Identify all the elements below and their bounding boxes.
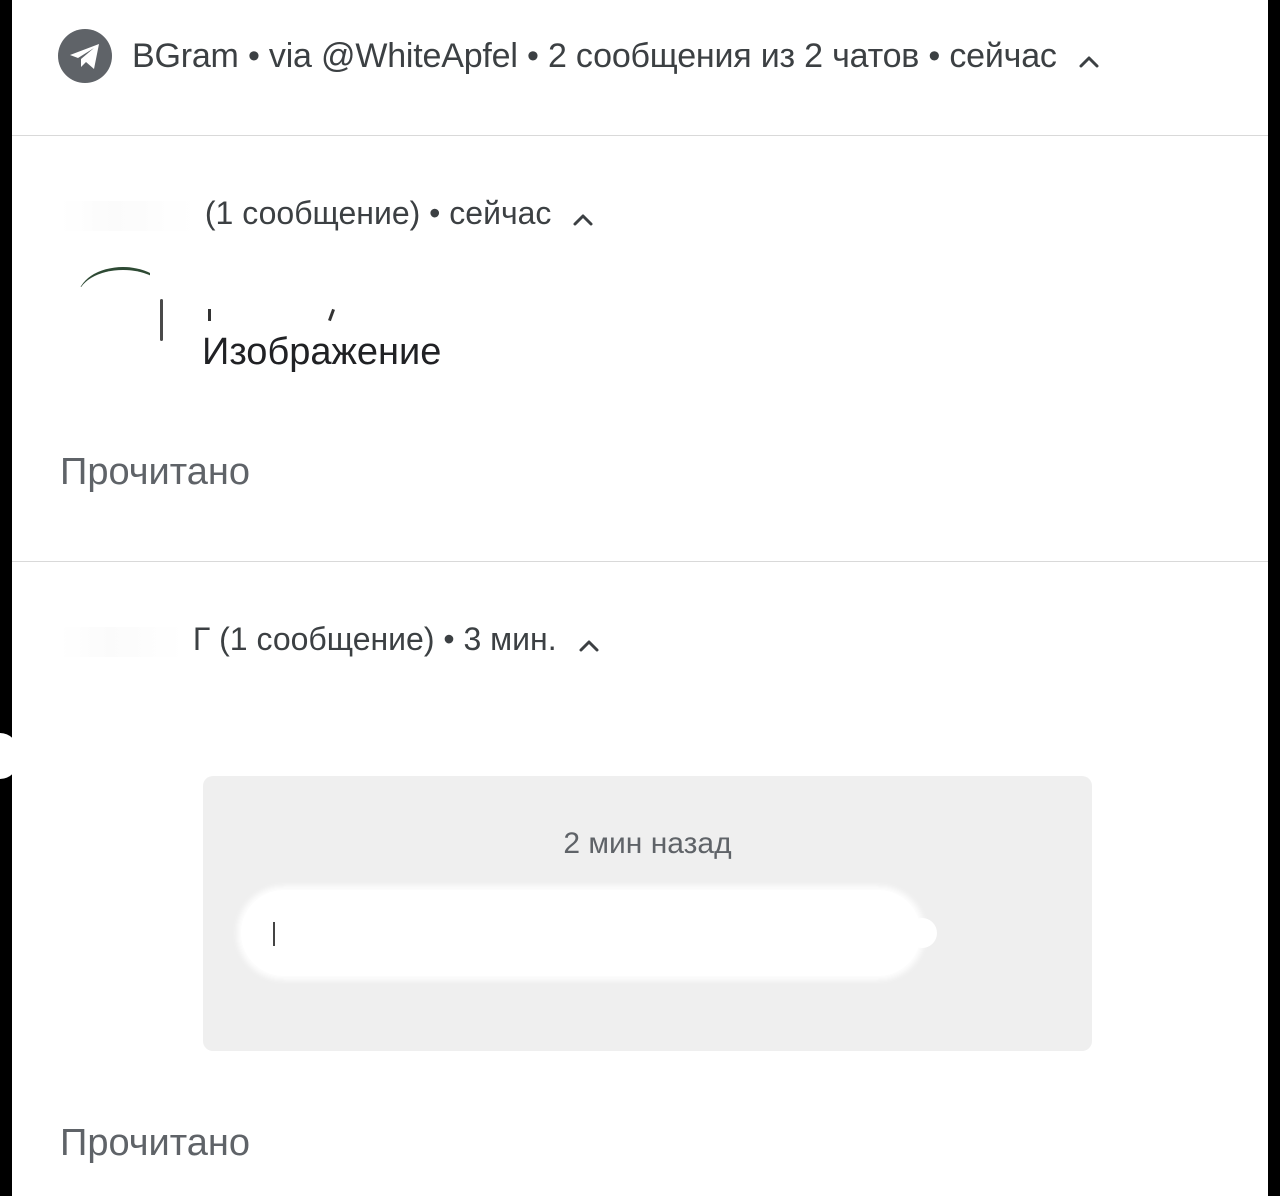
notification-group-title: BGram • via @WhiteApfel • 2 сообщения из… [132,35,1100,77]
conversation-header: Г (1 сообщение) • 3 мин. [60,617,600,661]
conversation-time: 3 мин. [463,621,557,657]
via-bot: via @WhiteApfel [268,37,518,75]
message-media-preview[interactable]: 2 мин назад [203,776,1092,1051]
conversation-header: (1 сообщение) • сейчас [60,191,594,235]
app-name: BGram [132,37,239,75]
notification-panel: BGram • via @WhiteApfel • 2 сообщения из… [12,0,1268,1196]
message-count: Г (1 сообщение) [192,621,435,657]
media-timestamp: 2 мин назад [563,827,732,860]
telegram-plane-icon [58,29,112,83]
bubble-tail [907,918,937,948]
chevron-up-icon[interactable] [1078,37,1100,79]
separator: • [247,37,260,75]
conversation-notification[interactable]: (1 сообщение) • сейчас Изображение Прочи… [12,137,1268,562]
separator: • [928,37,941,75]
message-bubble-redacted [241,890,921,976]
avatar [64,267,168,377]
mark-read-button[interactable]: Прочитано [60,449,250,495]
mark-read-button[interactable]: Прочитано [60,1120,250,1166]
chevron-up-icon[interactable] [578,620,600,664]
sender-name-redacted [202,303,342,327]
group-time: сейчас [949,37,1057,75]
message-text: Изображение [202,331,442,373]
separator: • [429,195,441,231]
chevron-up-icon[interactable] [572,194,594,238]
conversation-time: сейчас [449,195,552,231]
conversation-name-redacted [60,200,196,231]
separator: • [527,37,539,75]
message-count: (1 сообщение) [204,195,421,231]
conversation-notification[interactable]: Г (1 сообщение) • 3 мин. 2 мин назад Про… [12,563,1268,1196]
conversation-name-redacted [60,626,184,657]
group-summary: 2 сообщения из 2 чатов [547,37,920,75]
separator: • [443,621,455,657]
notification-group-header[interactable]: BGram • via @WhiteApfel • 2 сообщения из… [12,0,1268,136]
